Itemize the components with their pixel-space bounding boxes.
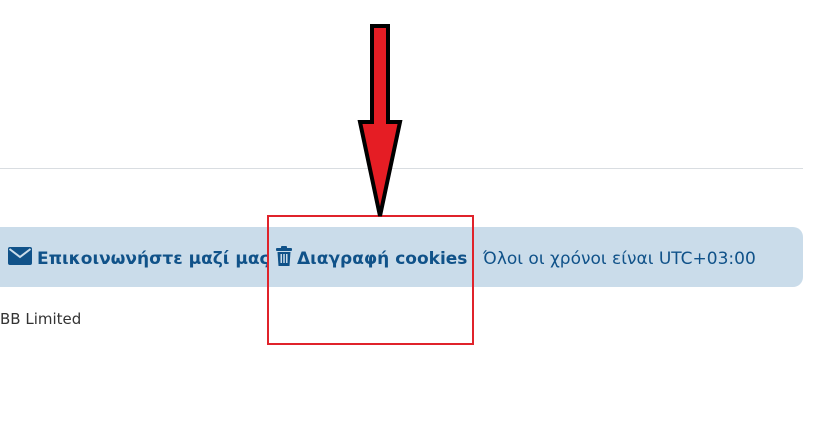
copyright-text: BB Limited	[0, 310, 82, 328]
contact-us-link[interactable]: Επικοινωνήστε μαζί μας	[8, 247, 270, 271]
down-arrow-icon	[357, 24, 403, 217]
envelope-icon	[8, 247, 32, 271]
highlight-box	[267, 215, 474, 345]
timezone-text: Όλοι οι χρόνοι είναι UTC+03:00	[483, 249, 756, 269]
contact-us-label: Επικοινωνήστε μαζί μας	[37, 249, 270, 269]
